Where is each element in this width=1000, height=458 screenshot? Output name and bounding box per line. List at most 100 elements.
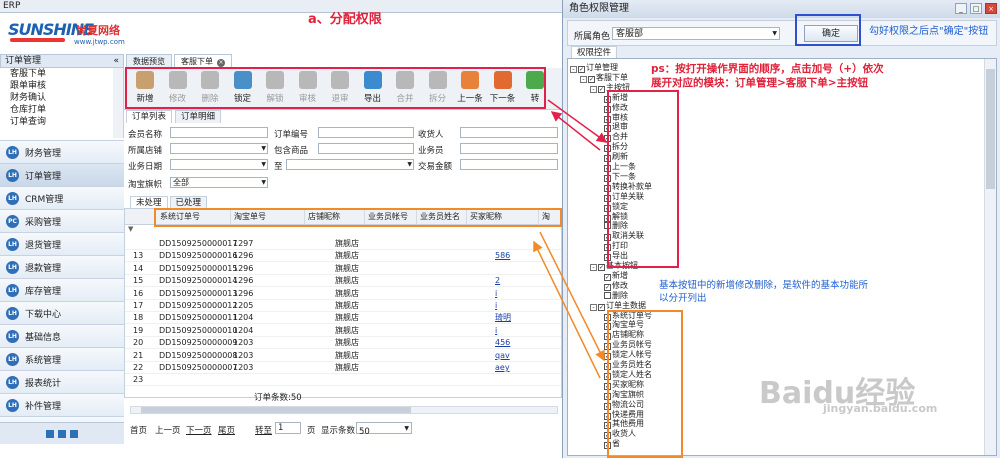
scroll-thumb[interactable] xyxy=(986,69,995,189)
pager-goto[interactable]: 转至 xyxy=(255,424,272,436)
tree-node[interactable]: 删除 xyxy=(604,291,628,300)
module-grid-icon[interactable] xyxy=(70,429,78,438)
close-icon[interactable]: × xyxy=(217,59,225,67)
module-grid-icon[interactable] xyxy=(46,429,54,438)
member-input[interactable] xyxy=(170,127,268,138)
tree-scrollbar[interactable] xyxy=(984,59,996,455)
receiver-input[interactable] xyxy=(460,127,558,138)
tab-order-detail[interactable]: 订单明细 xyxy=(175,110,222,123)
collapse-icon[interactable]: « xyxy=(113,55,119,67)
chevron-down-icon: ▼ xyxy=(404,425,409,432)
sidebar-header-title: 订单管理 xyxy=(5,56,42,66)
role-select[interactable]: 客服部 ▼ xyxy=(612,27,780,40)
table-cell[interactable]: i xyxy=(495,288,497,300)
sidebar-subitem[interactable]: 跟单审核 xyxy=(0,80,123,92)
table-cell: 23 xyxy=(133,375,144,385)
sidebar-module[interactable]: LH 下载中心 xyxy=(0,301,124,324)
highlight-main-buttons xyxy=(607,90,679,268)
expand-icon[interactable]: - xyxy=(590,303,597,311)
sidebar-module-label: 退款管理 xyxy=(25,263,62,274)
table-cell[interactable]: aey xyxy=(495,362,510,374)
expand-icon[interactable]: - xyxy=(570,66,577,73)
role-value: 客服部 xyxy=(616,29,644,39)
pager-prev[interactable]: 上一页 xyxy=(155,424,181,436)
close-icon[interactable]: × xyxy=(985,3,997,14)
minimize-icon[interactable]: _ xyxy=(955,3,967,14)
module-grid-icon[interactable] xyxy=(58,429,66,438)
date-from-input[interactable]: ▼ xyxy=(170,159,268,170)
table-row[interactable]: 23 xyxy=(125,374,561,387)
tree-node[interactable]: - ✓ 订单管理 xyxy=(570,63,618,73)
highlight-confirm xyxy=(795,14,861,46)
taobao-flag-select[interactable]: 全部 ▼ xyxy=(170,177,268,188)
table-row[interactable]: 18 DD1509250000011 1204 旗舰店 琦明 xyxy=(125,312,561,325)
table-cell[interactable]: 456 xyxy=(495,337,510,349)
table-row[interactable]: 22 DD1509250000007 1203 旗舰店 aey xyxy=(125,362,561,374)
sidebar-subitem[interactable]: 财务确认 xyxy=(0,92,123,104)
table-row[interactable]: 17 DD1509250000012 1205 旗舰店 i xyxy=(125,300,561,312)
table-cell[interactable]: 586 xyxy=(495,250,510,262)
sidebar-subitem[interactable]: 客服下单 xyxy=(0,68,123,80)
order-no-input[interactable] xyxy=(318,127,414,138)
tree-node[interactable]: - ✓ 订单主数据 xyxy=(590,301,646,311)
dialog-title: 角色权限管理 _ □ × xyxy=(563,0,1000,18)
sidebar-module[interactable]: PC 采购管理 xyxy=(0,209,124,232)
tab-order[interactable]: 客服下单 × xyxy=(174,54,232,68)
table-row[interactable]: 16 DD1509250000013 1296 旗舰店 i xyxy=(125,288,561,300)
tab-order-list[interactable]: 订单列表 xyxy=(126,110,173,123)
horizontal-scrollbar[interactable] xyxy=(130,406,558,414)
sidebar-module-label: 报表统计 xyxy=(25,378,62,389)
tree-node[interactable]: ✓ 修改 xyxy=(604,281,628,291)
sidebar-module[interactable]: LH CRM管理 xyxy=(0,186,124,209)
sidebar-module[interactable]: LH 退货管理 xyxy=(0,232,124,255)
sidebar-module[interactable]: LH 基础信息 xyxy=(0,324,124,347)
sidebar-module[interactable]: LH 退款管理 xyxy=(0,255,124,278)
table-cell[interactable]: i xyxy=(495,300,497,312)
table-row[interactable]: 21 DD1509250000008 1203 旗舰店 qav xyxy=(125,350,561,362)
expand-icon[interactable]: - xyxy=(590,264,597,271)
sidebar-module[interactable]: LH 订单管理 xyxy=(0,163,124,186)
table-cell: 1205 xyxy=(233,301,254,310)
scroll-thumb[interactable] xyxy=(141,407,411,413)
sidebar-module[interactable]: LH 补件管理 xyxy=(0,393,124,416)
sidebar-subitem[interactable]: 订单查询 xyxy=(0,116,123,128)
page-input[interactable]: 1 xyxy=(275,422,301,434)
sidebar-scrollbar[interactable] xyxy=(113,68,123,138)
store-select[interactable]: ▼ xyxy=(170,143,268,154)
table-row[interactable]: 20 DD1509250000009 1203 旗舰店 456 xyxy=(125,337,561,350)
sidebar-module[interactable]: LH 财务管理 xyxy=(0,140,124,163)
module-icon: LH xyxy=(6,168,19,182)
table-row[interactable]: 14 DD1509250000015 1296 旗舰店 xyxy=(125,263,561,275)
sidebar-module[interactable]: LH 系统管理 xyxy=(0,347,124,370)
permission-checkbox[interactable] xyxy=(604,291,611,299)
order-count: 订单条数:50 xyxy=(254,393,302,403)
tree-node[interactable]: - ✓ 客服下单 xyxy=(580,73,628,83)
table-cell: 1296 xyxy=(233,288,254,298)
chevron-down-icon: ▼ xyxy=(261,179,266,186)
pager-next[interactable]: 下一页 xyxy=(186,424,212,436)
tree-node[interactable]: ✓ 新增 xyxy=(604,271,628,281)
expand-icon[interactable]: - xyxy=(580,75,587,83)
table-row[interactable]: DD1509250000017 1297 旗舰店 xyxy=(125,238,561,250)
table-cell[interactable]: qav xyxy=(495,350,510,362)
table-cell[interactable]: 琦明 xyxy=(495,312,511,324)
table-cell: DD1509250000012 xyxy=(159,301,238,310)
table-cell[interactable]: 2 xyxy=(495,275,500,287)
table-row[interactable]: 19 DD1509250000010 1204 旗舰店 i xyxy=(125,325,561,337)
expand-icon[interactable]: - xyxy=(590,85,597,93)
maximize-icon[interactable]: □ xyxy=(970,3,982,14)
sidebar-subitem[interactable]: 仓库打单 xyxy=(0,104,123,116)
sidebar-module[interactable]: LH 库存管理 xyxy=(0,278,124,301)
page-size-select[interactable]: 50 ▼ xyxy=(356,422,412,437)
date-to-input[interactable]: ▼ xyxy=(286,159,414,170)
pager-last[interactable]: 尾页 xyxy=(218,424,235,436)
salesman-input[interactable] xyxy=(460,143,558,154)
table-row[interactable]: 15 DD1509250000014 1296 旗舰店 2 xyxy=(125,275,561,288)
amount-input[interactable] xyxy=(460,159,558,170)
table-row[interactable]: 13 DD1509250000016 1296 旗舰店 586 xyxy=(125,250,561,263)
sidebar-module[interactable]: LH 报表统计 xyxy=(0,370,124,393)
pager-first[interactable]: 首页 xyxy=(130,424,147,436)
tab-preview[interactable]: 数据预览 xyxy=(126,54,172,68)
table-cell[interactable]: i xyxy=(495,325,497,337)
goods-input[interactable] xyxy=(318,143,414,154)
